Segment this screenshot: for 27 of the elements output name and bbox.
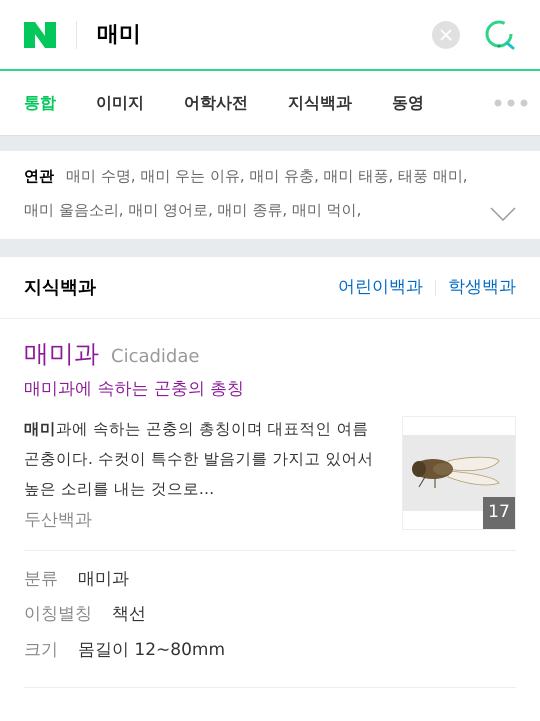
close-icon <box>440 28 452 40</box>
fact-value: 책선 <box>112 603 146 626</box>
entry-title[interactable]: 매미과 <box>24 335 99 372</box>
fact-value: 몸길이 12~80mm <box>78 638 226 662</box>
search-icon[interactable] <box>484 18 516 50</box>
search-field[interactable]: 매미 <box>97 18 432 51</box>
logo-icon[interactable] <box>24 22 56 48</box>
search-tab[interactable]: 이미지 <box>96 91 144 115</box>
fact-label: 분류 <box>24 568 58 590</box>
related-searches[interactable]: 연관 매미 수명, 매미 우는 이유, 매미 유충, 매미 태풍, 태풍 매미, 매미 울음소리, 매미 영어로, 매미 종류, 매미 먹이, <box>24 159 482 227</box>
search-tab[interactable]: 어학사전 <box>184 91 248 115</box>
image-count: 17 <box>483 497 515 529</box>
entry-description: 매미과에 속하는 곤충의 총칭이며 대표적인 여름곤충이다. 수컷이 특수한 발음기를 가지고 있어서 높은 소리를 내는 것으로… <box>24 419 375 500</box>
expand-icon[interactable] <box>490 207 516 221</box>
entry-subtitle[interactable]: 매미과에 속하는 곤충의 총칭 <box>24 376 516 402</box>
latin-name: Cicadidae <box>111 345 200 369</box>
encyclopedia-link[interactable]: 학생백과 <box>448 274 516 300</box>
fact-label: 크기 <box>24 638 58 662</box>
source-label: 두산백과 <box>24 509 93 532</box>
clear-button[interactable] <box>432 20 460 48</box>
more-icon[interactable] <box>494 99 528 107</box>
encyclopedia-link[interactable]: 어린이백과 <box>338 274 423 300</box>
section-title: 지식백과 <box>24 276 97 300</box>
search-tab[interactable]: 동영 <box>392 91 424 115</box>
fact-label: 이칭별칭 <box>24 603 92 626</box>
search-tab[interactable]: 지식백과 <box>288 91 352 115</box>
fact-value: 매미과 <box>78 568 129 590</box>
